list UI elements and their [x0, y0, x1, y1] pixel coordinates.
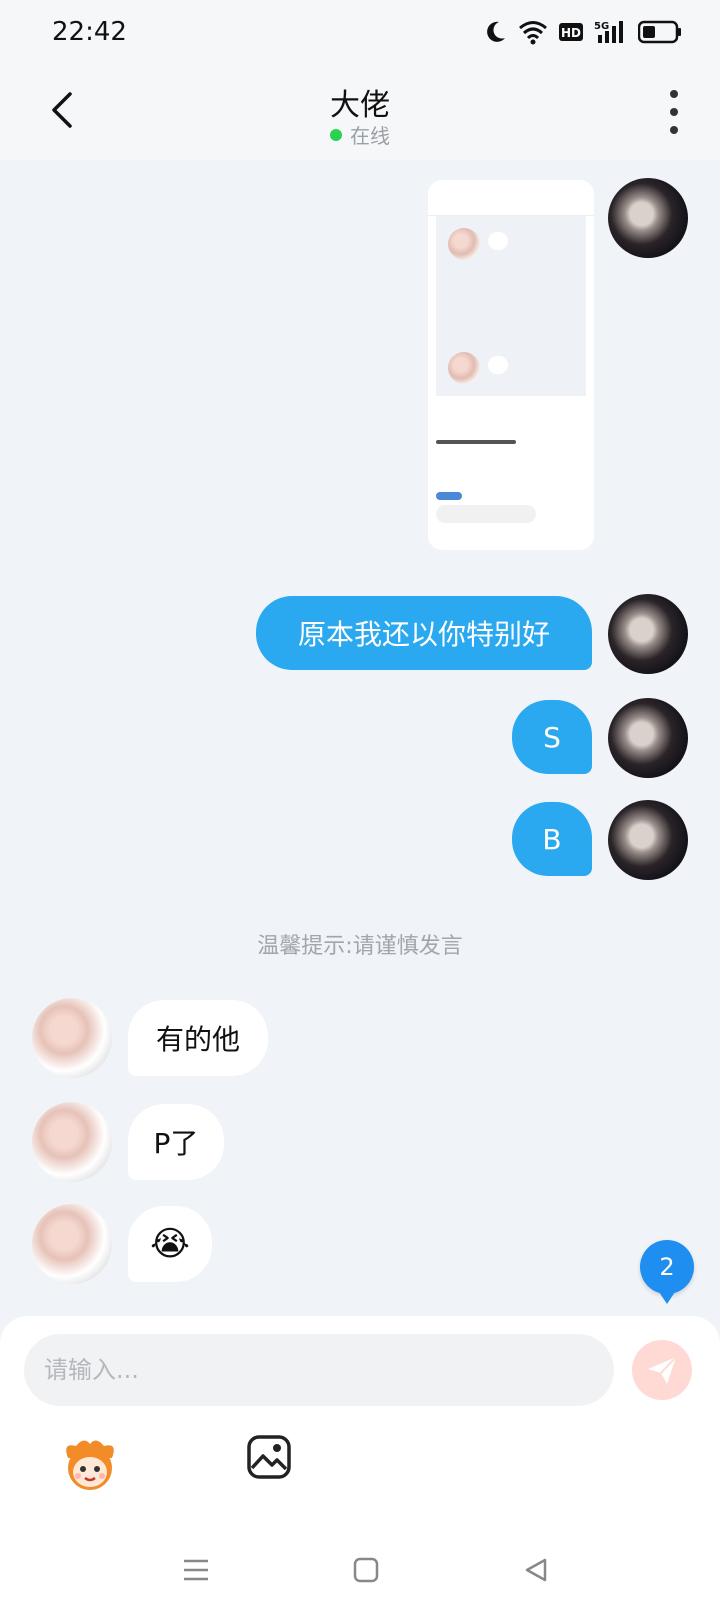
- image-picker-button[interactable]: [246, 1434, 294, 1482]
- online-dot-icon: [330, 128, 342, 141]
- avatar[interactable]: [32, 1102, 112, 1182]
- avatar[interactable]: [32, 1204, 112, 1284]
- avatar[interactable]: [608, 594, 688, 674]
- image-preview-bubble: [488, 356, 508, 374]
- mascot-emoji-icon: [66, 1440, 114, 1490]
- presence-status: 在线: [0, 120, 720, 149]
- back-nav-button[interactable]: [516, 1550, 556, 1590]
- status-icons: HD 5G: [484, 18, 682, 46]
- image-message[interactable]: [428, 180, 594, 550]
- message-bubble-emoji[interactable]: 😭: [128, 1206, 212, 1282]
- more-options-button[interactable]: [664, 90, 684, 134]
- wifi-icon: [519, 21, 547, 45]
- hd-icon: HD: [559, 23, 583, 41]
- home-nav-button[interactable]: [346, 1550, 386, 1590]
- back-triangle-icon: [525, 1558, 547, 1582]
- image-preview-bubble: [488, 232, 508, 250]
- message-bubble-incoming[interactable]: P了: [128, 1104, 224, 1180]
- home-square-icon: [353, 1557, 379, 1583]
- warning-tip: 温馨提示:请谨慎发言: [257, 934, 463, 959]
- network-label: 5G: [594, 21, 609, 32]
- image-preview-text: [436, 440, 516, 444]
- message-input[interactable]: [24, 1334, 614, 1406]
- dot-icon: [670, 90, 678, 98]
- dot-icon: [670, 126, 678, 134]
- status-time: 22:42: [52, 17, 127, 47]
- image-preview-input: [436, 505, 536, 523]
- chat-title: 大佬: [330, 88, 390, 123]
- avatar[interactable]: [32, 998, 112, 1078]
- menu-nav-button[interactable]: [176, 1550, 216, 1590]
- image-icon: [247, 1435, 291, 1479]
- send-button[interactable]: [632, 1340, 692, 1400]
- message-bubble-incoming[interactable]: 有的他: [128, 1000, 268, 1076]
- moon-icon: [487, 21, 505, 42]
- message-bubble-outgoing[interactable]: 原本我还以你特别好: [256, 596, 592, 670]
- menu-icon: [184, 1559, 208, 1581]
- message-bubble-outgoing[interactable]: S: [512, 700, 592, 774]
- image-preview-tag: [436, 492, 462, 500]
- hd-label: HD: [561, 26, 581, 40]
- avatar[interactable]: [608, 178, 688, 258]
- unread-count-badge[interactable]: 2: [640, 1240, 694, 1304]
- image-preview-avatar: [448, 352, 480, 384]
- dot-icon: [670, 108, 678, 116]
- avatar[interactable]: [608, 698, 688, 778]
- image-preview-avatar: [448, 228, 480, 260]
- system-nav-bar: [0, 1540, 720, 1600]
- avatar[interactable]: [608, 800, 688, 880]
- battery-icon: [638, 20, 681, 44]
- message-bubble-outgoing[interactable]: B: [512, 802, 592, 876]
- image-preview-header: [428, 180, 594, 216]
- sticker-button[interactable]: [58, 1432, 122, 1496]
- presence-label: 在线: [350, 124, 390, 148]
- send-icon: [648, 1356, 677, 1384]
- signal-5g-icon: 5G: [594, 21, 623, 43]
- chat-header: 大佬 在线: [0, 64, 720, 160]
- status-bar: 22:42 HD 5G: [0, 0, 720, 64]
